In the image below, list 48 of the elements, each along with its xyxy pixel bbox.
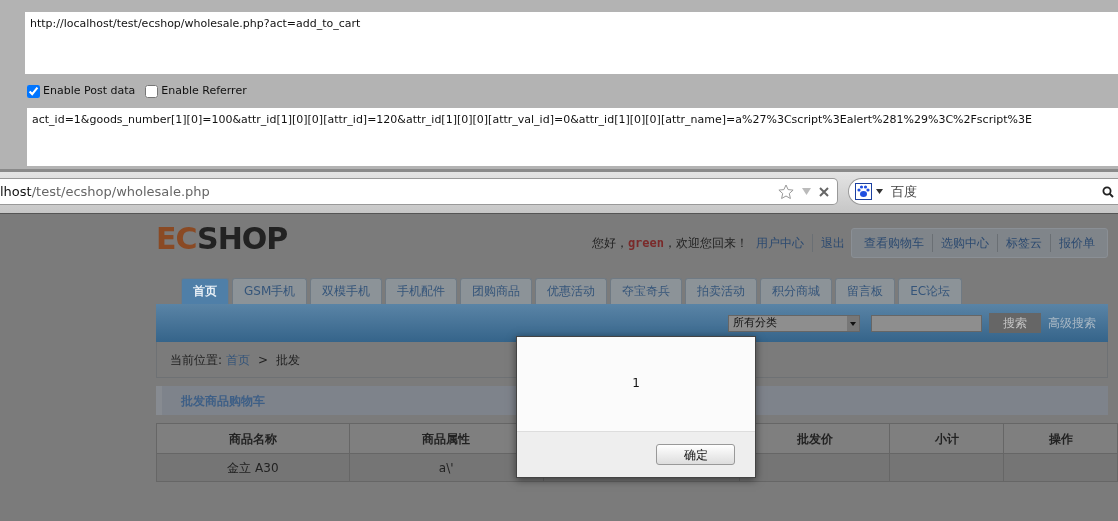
nav-tab[interactable]: 留言板 — [835, 278, 896, 304]
keyword-field[interactable] — [871, 314, 982, 332]
search-icon[interactable] — [1102, 185, 1114, 198]
checkbox-label[interactable]: Enable Referrer — [161, 82, 247, 100]
address-bar[interactable]: lhost/test/ecshop/wholesale.php — [0, 178, 838, 205]
top-link[interactable]: 选购中心 — [933, 234, 998, 252]
paw-icon[interactable] — [855, 183, 872, 200]
column-header: 商品名称 — [156, 423, 350, 454]
column-header: 操作 — [1003, 423, 1118, 454]
alert-message: 1 — [631, 375, 641, 392]
url-field[interactable]: http://localhost/test/ecshop/wholesale.php?act=add_to_cart — [25, 12, 1118, 74]
logo[interactable]: ECSHOP — [156, 222, 288, 278]
user-link[interactable]: 退出 — [813, 234, 845, 252]
nav-tab[interactable]: EC论坛 — [898, 278, 963, 304]
top-link[interactable]: 标签云 — [998, 234, 1051, 252]
nav-tab[interactable]: GSM手机 — [232, 278, 308, 304]
checkbox[interactable] — [27, 84, 40, 98]
greeting-text: 您好，green，欢迎您回来！ — [591, 235, 748, 252]
product-link[interactable]: 金立 A30 — [227, 460, 279, 475]
search-engine-label: 百度 — [891, 182, 918, 201]
category-select[interactable]: 所有分类 — [728, 314, 860, 332]
nav-tab[interactable]: 积分商城 — [760, 278, 833, 304]
nav-tab[interactable]: 拍卖活动 — [685, 278, 758, 304]
post-data-field[interactable]: act_id=1&goods_number[1][0]=100&attr_id[1][0][0][attr_id]=120&attr_id[1][0][0][attr_val_id]=0&attr_id[1][0][0][attr_name]=a%27%3Cscript%3Ealert%281%29%3C%2Fscript%3E — [27, 108, 1118, 166]
user-link[interactable]: 用户中心 — [756, 234, 813, 252]
breadcrumb-separator: > — [258, 351, 269, 369]
breadcrumb-link[interactable]: 首页 — [226, 350, 251, 369]
nav-tab[interactable]: 夺宝奇兵 — [610, 278, 683, 304]
nav-tab[interactable]: 团购商品 — [460, 278, 533, 304]
checkbox-label[interactable]: Enable Post data — [43, 82, 136, 100]
section-title: 批发商品购物车 — [181, 392, 265, 410]
ok-button[interactable]: 确定 — [656, 444, 735, 465]
nav-tab[interactable]: 双模手机 — [310, 278, 383, 304]
advanced-search-link[interactable]: 高级搜索 — [1048, 314, 1096, 332]
breadcrumb-label: 当前位置: — [170, 351, 223, 369]
nav-tab[interactable]: 手机配件 — [385, 278, 458, 304]
nav-tab[interactable]: 首页 — [181, 278, 229, 304]
column-header: 小计 — [889, 423, 1004, 454]
search-bar[interactable]: 百度 — [848, 178, 1118, 205]
checkbox[interactable] — [145, 84, 159, 98]
close-icon[interactable] — [819, 186, 829, 197]
star-icon[interactable] — [778, 183, 794, 200]
top-link[interactable]: 报价单 — [1051, 234, 1103, 252]
nav-tab[interactable]: 优惠活动 — [535, 278, 608, 304]
top-link[interactable]: 查看购物车 — [856, 234, 933, 252]
breadcrumb-link[interactable]: 批发 — [276, 350, 301, 369]
search-button[interactable]: 搜索 — [989, 313, 1041, 333]
dropdown-icon[interactable] — [876, 189, 883, 194]
